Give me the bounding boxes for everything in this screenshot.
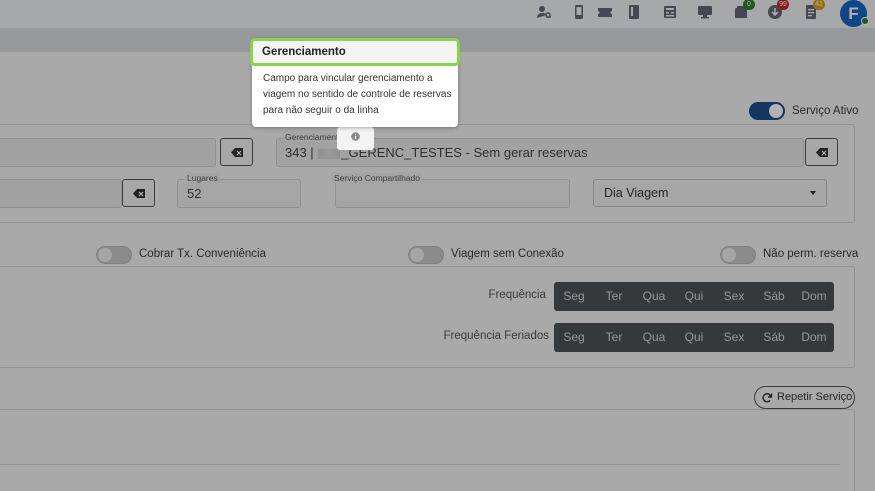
- info-icon: [351, 132, 360, 141]
- tooltip-body: Campo para vincular gerenciamento a viag…: [263, 73, 452, 116]
- tooltip-title: Gerenciamento: [250, 38, 460, 66]
- highlight-spot: [337, 127, 374, 150]
- tooltip-popover: Gerenciamento Campo para vincular gerenc…: [250, 38, 460, 127]
